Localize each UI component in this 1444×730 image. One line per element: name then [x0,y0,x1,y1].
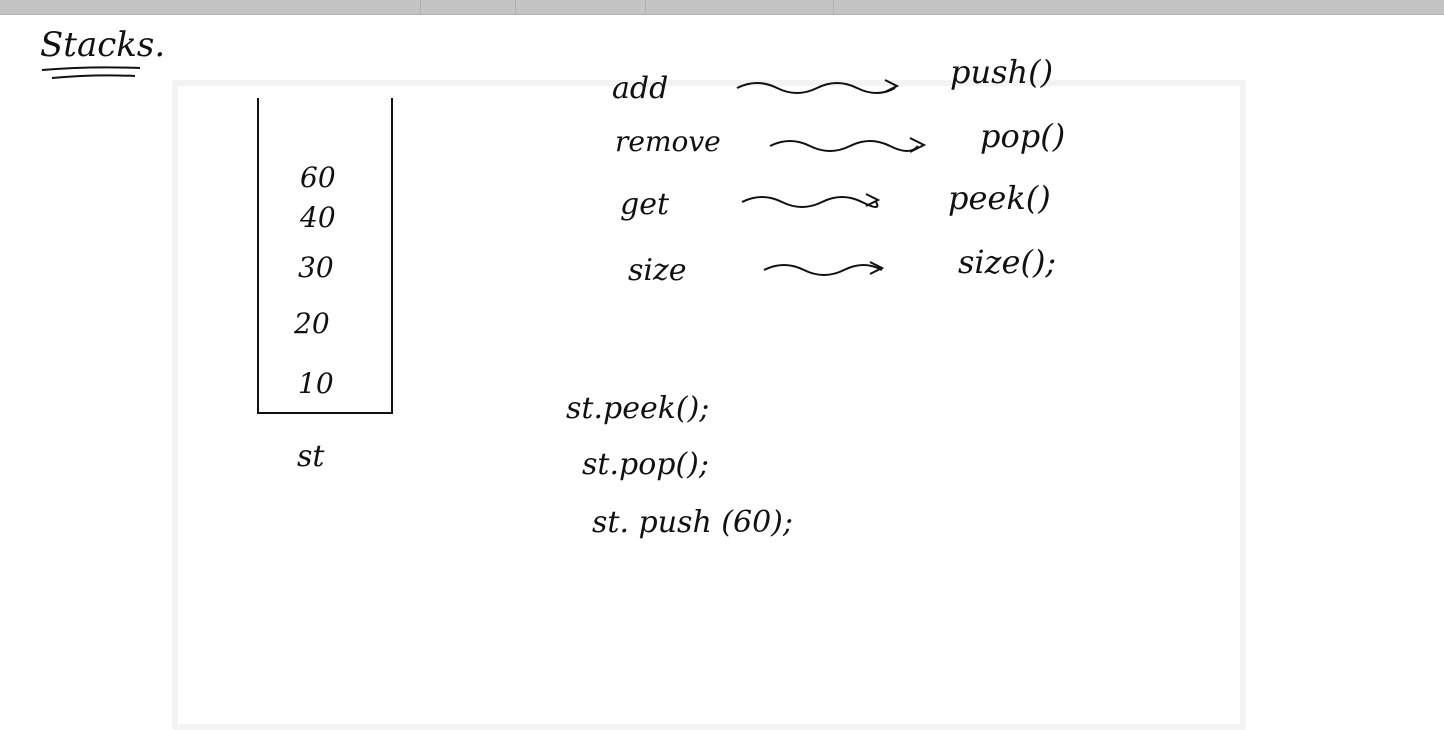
code-call: st. push (60); [592,505,793,540]
stack-item: 10 [298,367,334,400]
page-heading: Stacks. [40,25,166,65]
squiggle-arrow [736,79,900,94]
stack-item: 40 [300,201,336,234]
stack-item: 30 [298,251,334,284]
toolbar-divider [420,0,421,14]
mapping-from: remove [615,125,721,158]
stack-item: 20 [294,307,330,340]
mapping-from: get [620,187,670,222]
heading-underline [41,66,141,79]
mapping-from: size [628,253,687,288]
squiggle-arrow [741,193,881,208]
code-call: st.pop(); [582,447,709,482]
toolbar-divider [833,0,834,14]
squiggle-arrow [763,261,885,276]
mapping-to: push() [950,53,1054,91]
mapping-to: pop() [980,117,1066,155]
code-call: st.peek(); [566,391,710,426]
toolbar-divider [645,0,646,14]
mapping-to: peek() [948,179,1051,217]
mapping-from: add [612,71,669,106]
mapping-to: size(); [958,243,1057,281]
squiggle-arrow [769,137,927,153]
toolbar-divider [515,0,516,14]
stack-label: st [297,439,325,474]
stack-item: 60 [300,161,336,194]
top-toolbar [0,0,1444,15]
